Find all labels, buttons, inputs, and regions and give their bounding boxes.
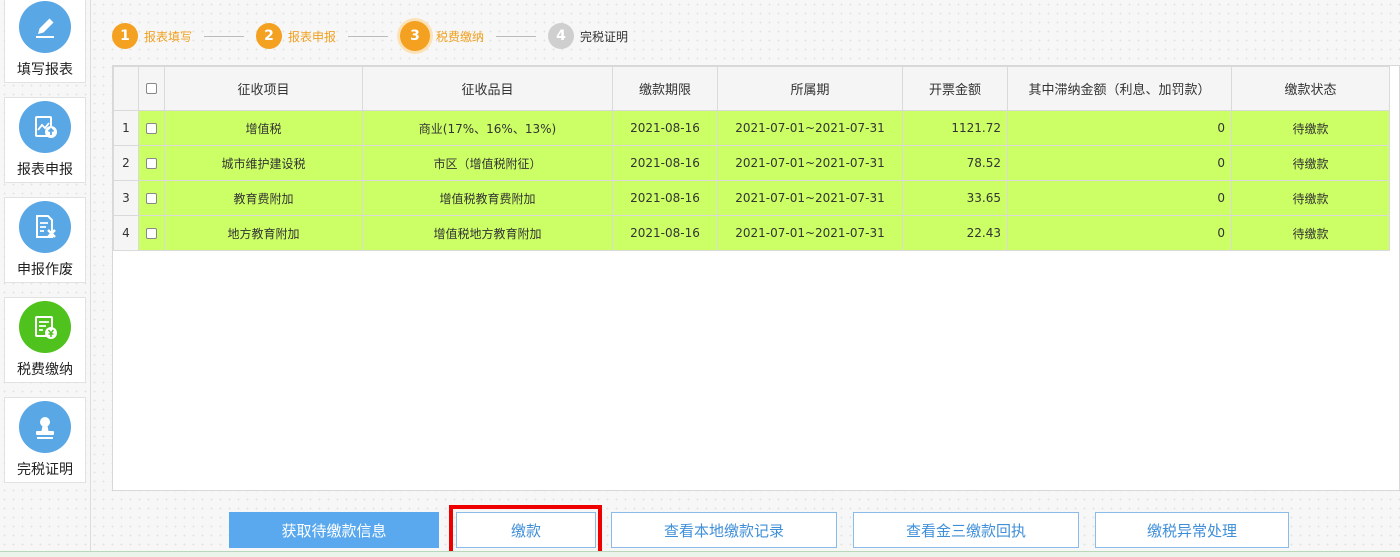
- row-number-header: [113, 66, 139, 111]
- cell-status: 待缴款: [1231, 110, 1390, 146]
- row-select-cell: [138, 110, 165, 146]
- step-connector: [348, 35, 389, 37]
- column-header[interactable]: 征收项目: [164, 66, 363, 111]
- step-label: 报表填写: [144, 29, 193, 44]
- cell-period: 2021-07-01~2021-07-31: [717, 215, 903, 251]
- sidebar: 填写报表 报表申报 申报作废 税费缴纳 完税证明: [0, 0, 91, 557]
- cell-period: 2021-07-01~2021-07-31: [717, 110, 903, 146]
- step-number: 4: [548, 23, 575, 49]
- sidebar-item-submit-report[interactable]: 报表申报: [4, 97, 86, 183]
- progress-steps: 1 报表填写 2 报表申报 3 税费缴纳 4 完税证明: [112, 18, 628, 54]
- table-row[interactable]: 4 地方教育附加 增值税地方教育附加 2021-08-16 2021-07-01…: [113, 215, 1390, 251]
- sidebar-item-tax-payment[interactable]: 税费缴纳: [4, 297, 86, 383]
- cell-status: 待缴款: [1231, 145, 1390, 181]
- cell-category: 市区（增值税附征）: [362, 145, 613, 181]
- row-select-cell: [138, 215, 165, 251]
- cell-status: 待缴款: [1231, 180, 1390, 216]
- cell-item: 城市维护建设税: [164, 145, 363, 181]
- sidebar-item-label: 完税证明: [17, 462, 73, 478]
- upload-report-icon: [19, 101, 71, 153]
- table-header-row: 征收项目 征收品目 缴款期限 所属期 开票金额 其中滞纳金额（利息、加罚款） 缴…: [113, 66, 1390, 111]
- step-number: 2: [256, 23, 283, 49]
- cell-category: 增值税教育费附加: [362, 180, 613, 216]
- step-tax-certificate: 4 完税证明: [548, 23, 628, 49]
- cell-deadline: 2021-08-16: [612, 145, 718, 181]
- step-connector: [204, 35, 245, 37]
- main-panel: 1 报表填写 2 报表申报 3 税费缴纳 4 完税证明 征收项目 征收品目 缴款…: [112, 0, 1400, 557]
- cell-deadline: 2021-08-16: [612, 110, 718, 146]
- pay-button-callout-box: [449, 505, 602, 555]
- select-all-cell: [138, 66, 165, 111]
- sidebar-item-fill-report[interactable]: 填写报表: [4, 0, 86, 83]
- step-submit-report: 2 报表申报: [256, 23, 336, 49]
- cell-late-fee: 0: [1007, 145, 1232, 181]
- cell-item: 增值税: [164, 110, 363, 146]
- step-label: 报表申报: [288, 29, 337, 44]
- step-connector: [496, 35, 537, 37]
- step-number: 3: [400, 21, 431, 51]
- cell-deadline: 2021-08-16: [612, 215, 718, 251]
- table-row[interactable]: 1 增值税 商业(17%、16%、13%) 2021-08-16 2021-07…: [113, 110, 1390, 146]
- tax-payment-icon: [19, 301, 71, 353]
- cell-amount: 22.43: [902, 215, 1008, 251]
- column-header[interactable]: 所属期: [717, 66, 903, 111]
- sidebar-item-label: 填写报表: [17, 62, 73, 78]
- cell-period: 2021-07-01~2021-07-31: [717, 180, 903, 216]
- step-label: 税费缴纳: [436, 29, 485, 44]
- row-number: 3: [113, 180, 139, 216]
- cell-period: 2021-07-01~2021-07-31: [717, 145, 903, 181]
- stamp-icon: [19, 401, 71, 453]
- cell-category: 商业(17%、16%、13%): [362, 110, 613, 146]
- fetch-pending-payment-button[interactable]: 获取待缴款信息: [229, 512, 439, 548]
- table-row[interactable]: 2 城市维护建设税 市区（增值税附征） 2021-08-16 2021-07-0…: [113, 145, 1390, 181]
- bottom-strip: [0, 551, 1400, 557]
- view-local-payment-records-button[interactable]: 查看本地缴款记录: [611, 512, 837, 548]
- cell-deadline: 2021-08-16: [612, 180, 718, 216]
- sidebar-item-label: 申报作废: [17, 262, 73, 278]
- sidebar-item-label: 税费缴纳: [17, 362, 73, 378]
- row-select-cell: [138, 180, 165, 216]
- row-select-cell: [138, 145, 165, 181]
- tax-items-table: 征收项目 征收品目 缴款期限 所属期 开票金额 其中滞纳金额（利息、加罚款） 缴…: [113, 66, 1390, 251]
- cell-late-fee: 0: [1007, 110, 1232, 146]
- row-checkbox[interactable]: [146, 158, 157, 169]
- tax-items-grid: 征收项目 征收品目 缴款期限 所属期 开票金额 其中滞纳金额（利息、加罚款） 缴…: [112, 65, 1400, 491]
- cell-amount: 1121.72: [902, 110, 1008, 146]
- sidebar-item-label: 报表申报: [17, 162, 73, 178]
- row-checkbox[interactable]: [146, 193, 157, 204]
- view-jinsan-receipt-button[interactable]: 查看金三缴款回执: [853, 512, 1079, 548]
- row-number: 2: [113, 145, 139, 181]
- cell-category: 增值税地方教育附加: [362, 215, 613, 251]
- cell-item: 地方教育附加: [164, 215, 363, 251]
- cell-amount: 78.52: [902, 145, 1008, 181]
- column-header[interactable]: 缴款期限: [612, 66, 718, 111]
- row-number: 1: [113, 110, 139, 146]
- pencil-icon: [19, 1, 71, 53]
- step-label: 完税证明: [580, 29, 629, 44]
- cell-item: 教育费附加: [164, 180, 363, 216]
- table-row[interactable]: 3 教育费附加 增值税教育费附加 2021-08-16 2021-07-01~2…: [113, 180, 1390, 216]
- sidebar-item-void-report[interactable]: 申报作废: [4, 197, 86, 283]
- column-header[interactable]: 开票金额: [902, 66, 1008, 111]
- sidebar-item-tax-certificate[interactable]: 完税证明: [4, 397, 86, 483]
- column-header[interactable]: 征收品目: [362, 66, 613, 111]
- void-document-icon: [19, 201, 71, 253]
- row-checkbox[interactable]: [146, 228, 157, 239]
- cell-late-fee: 0: [1007, 180, 1232, 216]
- step-number: 1: [112, 23, 138, 49]
- payment-exception-button[interactable]: 缴税异常处理: [1095, 512, 1289, 548]
- cell-amount: 33.65: [902, 180, 1008, 216]
- step-fill-report: 1 报表填写: [112, 23, 192, 49]
- row-checkbox[interactable]: [146, 123, 157, 134]
- column-header[interactable]: 缴款状态: [1231, 66, 1390, 111]
- cell-late-fee: 0: [1007, 215, 1232, 251]
- select-all-checkbox[interactable]: [146, 83, 157, 94]
- column-header[interactable]: 其中滞纳金额（利息、加罚款）: [1007, 66, 1232, 111]
- step-tax-payment: 3 税费缴纳: [400, 21, 484, 51]
- row-number: 4: [113, 215, 139, 251]
- cell-status: 待缴款: [1231, 215, 1390, 251]
